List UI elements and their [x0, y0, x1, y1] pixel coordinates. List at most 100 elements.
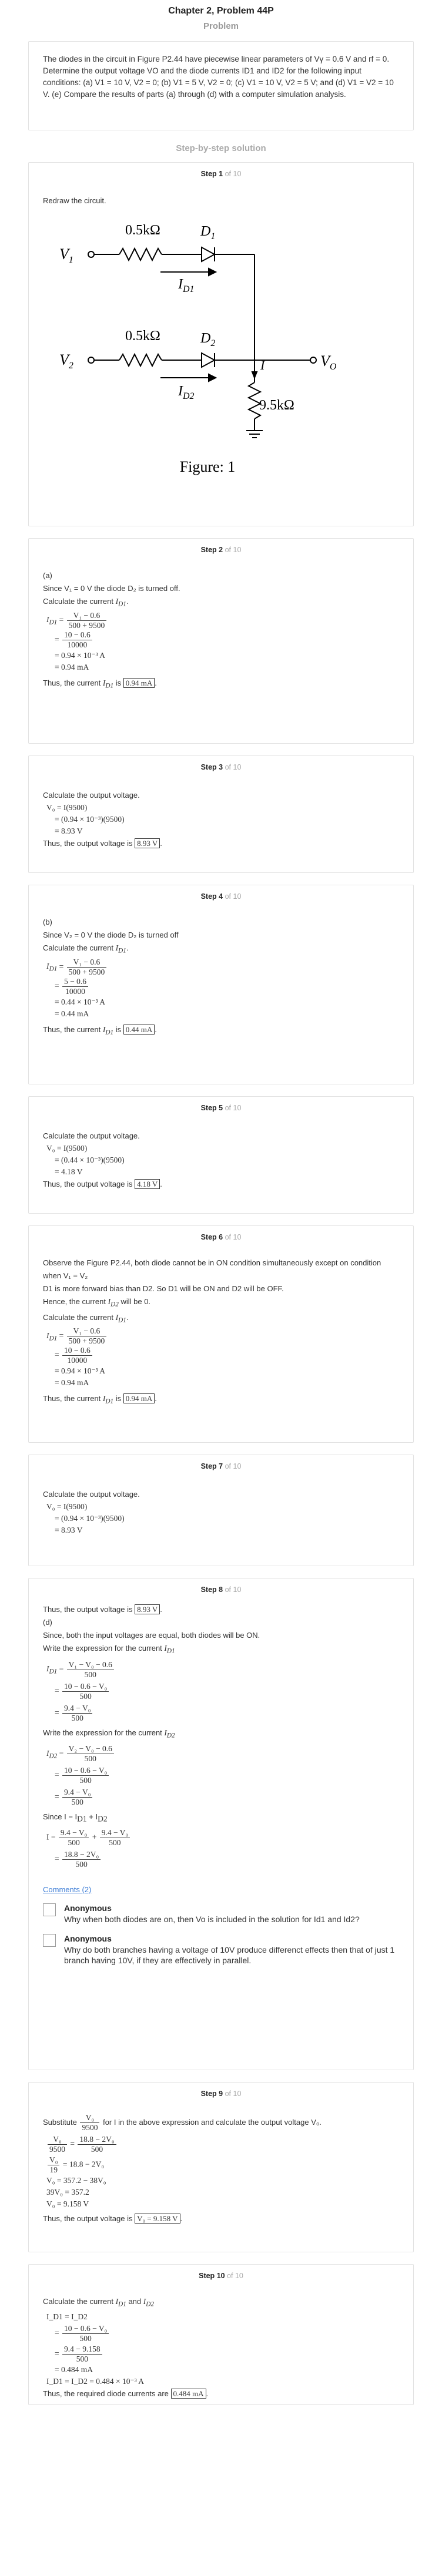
equation: ID2 = V₂ − V₀ − 0.6 500: [43, 1744, 399, 1764]
chapter-title: Chapter 2, Problem 44P: [168, 6, 274, 16]
step-8-header: Step 8 of 10: [43, 1583, 399, 1601]
answer-line: Thus, the current ID1 is 0.94 mA.: [43, 1393, 157, 1406]
circuit-diagram: V1 0.5kΩ D1 ID1 V2 0.5kΩ D2 ID2 I VO 9.5…: [59, 223, 337, 475]
step-9-card: Step 9 of 10 Substitute V₀ 9500 for I in …: [28, 2082, 414, 2252]
hence-text: Hence, the current ID2 will be 0.: [43, 1297, 151, 1308]
step-10-card: Step 10 of 10 Calculate the current ID1 …: [28, 2264, 414, 2405]
calc-current-line: Calculate the current ID1.: [43, 597, 129, 608]
step-4-card: Step 4 of 10 (b) Since V₂ = 0 V the diod…: [28, 885, 414, 1084]
equation: = 0.44 × 10⁻³ A: [55, 997, 106, 1006]
step-3-card: Step 3 of 10 Calculate the output voltag…: [28, 755, 414, 873]
comment: Anonymous Why when both diodes are on, t…: [43, 1902, 399, 1925]
equation: = (0.94 × 10⁻³)(9500): [55, 815, 125, 824]
step-2-header: Step 2 of 10: [43, 543, 399, 561]
answer-line: Thus, the output voltage is 4.18 V.: [43, 1179, 162, 1189]
answer-line: Thus, the output voltage is 8.93 V.: [43, 838, 162, 848]
equation: = 18.8 − 2V₀ 500: [43, 1850, 399, 1869]
vo-label: VO: [320, 352, 337, 372]
equation: I_D1 = I_D2 = 0.484 × 10⁻³ A: [46, 2376, 145, 2386]
answer-box: 8.93 V: [135, 838, 160, 848]
equation: V₀ 19 = 18.8 − 2V₀: [43, 2155, 399, 2175]
equation: = 10 − 0.6 − V₀ 500: [43, 2324, 399, 2343]
step-6-card: Step 6 of 10 Observe the Figure P2.44, b…: [28, 1225, 414, 1443]
part-label: (a): [43, 571, 52, 580]
answer-box: 0.484 mA: [170, 2388, 206, 2399]
step-label: Step: [200, 546, 217, 554]
avatar: [43, 1933, 56, 1947]
equation: = 9.4 − V₀ 500: [43, 1788, 399, 1807]
answer-box: 8.93 V: [135, 1604, 160, 1614]
step-of-total: of 10: [227, 2272, 243, 2280]
id1-label: ID1: [178, 277, 195, 294]
comment-author: Anonymous: [64, 1903, 112, 1913]
comment: Anonymous Why do both branches having a …: [43, 1933, 399, 1966]
step-of-total: of 10: [225, 546, 242, 554]
step-number: 6: [219, 1233, 223, 1241]
equation: = 0.484 mA: [55, 2365, 93, 2374]
answer-box: V₀ = 9.158 V: [135, 2214, 180, 2224]
part-label: (d): [43, 1618, 52, 1627]
part-label: (b): [43, 918, 52, 926]
problem-heading: Problem: [203, 21, 239, 31]
diode-bias-text: D1 is more forward bias than D2. So D1 w…: [43, 1284, 284, 1293]
step-label: Step: [200, 1462, 217, 1470]
equation: = 0.94 mA: [55, 1378, 89, 1388]
step-2-card: Step 2 of 10 (a) Since V₁ = 0 V the diod…: [28, 538, 414, 744]
equation: = (0.44 × 10⁻³)(9500): [55, 1156, 125, 1164]
step-number: 4: [219, 892, 223, 901]
step-8-card: Step 8 of 10 Thus, the output voltage is…: [28, 1578, 414, 2070]
step-label: Step: [200, 170, 217, 178]
step-of-total: of 10: [225, 1233, 242, 1241]
answer-line: Thus, the required diode currents are 0.…: [43, 2388, 209, 2399]
calc-current-line: Calculate the current ID1 and ID2: [43, 2297, 155, 2308]
step-6-header: Step 6 of 10: [43, 1231, 399, 1248]
answer-box: 4.18 V: [135, 1179, 160, 1189]
step-of-total: of 10: [225, 892, 242, 901]
equation: = 8.93 V: [55, 1526, 83, 1534]
write-expression-line: Write the expression for the current ID2: [43, 1728, 175, 1739]
answer-box: 0.94 mA: [123, 1393, 155, 1404]
comment-author: Anonymous: [64, 1933, 112, 1943]
equation: V₀ = 357.2 − 38V₀: [46, 2176, 106, 2185]
step-1-header: Step 1 of 10: [43, 167, 399, 185]
figure-caption: Figure: 1: [180, 458, 236, 475]
equation: = 10 − 0.6 − V₀ 500: [43, 1766, 399, 1785]
equation: ID1 = V₁ − 0.6 500 + 9500: [43, 1326, 399, 1346]
observation-text: Observe the Figure P2.44, both diode can…: [43, 1258, 381, 1280]
step-5-card: Step 5 of 10 Calculate the output voltag…: [28, 1096, 414, 1214]
write-expression-line: Write the expression for the current ID1: [43, 1644, 175, 1655]
equation: ID1 = V₁ − V₀ − 0.6 500: [43, 1660, 399, 1680]
r3-label: 9.5kΩ: [259, 398, 294, 413]
answer-line: Thus, the output voltage is 8.93 V.: [43, 1604, 162, 1614]
equation: I_D1 = I_D2: [46, 2312, 88, 2321]
d2-label: D2: [200, 331, 215, 348]
step-number: 1: [219, 170, 223, 178]
substitute-line: Substitute V₀ 9500 for I in the above exp…: [43, 2113, 322, 2132]
calc-output-line: Calculate the output voltage.: [43, 791, 140, 800]
calc-current-line: Calculate the current ID1.: [43, 1312, 129, 1324]
equation: = 4.18 V: [55, 1167, 83, 1176]
answer-line: Thus, the output voltage is V₀ = 9.158 V…: [43, 2214, 183, 2224]
equation: V₀ = I(9500): [46, 1144, 88, 1153]
r2-label: 0.5kΩ: [125, 328, 160, 344]
step-label: Step: [200, 763, 217, 771]
step-10-header: Step 10 of 10: [43, 2269, 399, 2287]
equation: V₀ = I(9500): [46, 803, 88, 812]
step-label: Step: [200, 1233, 217, 1241]
equation: = 8.93 V: [55, 827, 83, 835]
comments-link[interactable]: Comments (2): [43, 1883, 399, 1896]
answer-line: Thus, the current ID1 is 0.94 mA.: [43, 677, 157, 690]
equation: = 10 − 0.6 10000: [43, 630, 399, 650]
avatar: [43, 1903, 56, 1916]
calc-output-line: Calculate the output voltage.: [43, 1131, 140, 1140]
since-text: Since, both the input voltages are equal…: [43, 1631, 260, 1640]
comment-text: Why when both diodes are on, then Vo is …: [64, 1914, 360, 1924]
equation: = 9.4 − V₀ 500: [43, 1704, 399, 1723]
since-text: Since V₁ = 0 V the diode D₂ is turned of…: [43, 584, 180, 593]
step-7-card: Step 7 of 10 Calculate the output voltag…: [28, 1455, 414, 1566]
step-number: 7: [219, 1462, 223, 1470]
comment-text: Why do both branches having a voltage of…: [64, 1944, 395, 1965]
step-1-card: Step 1 of 10 Redraw the circuit. V1 0.5k…: [28, 162, 414, 526]
equation: = 9.4 − 9.158 500: [43, 2345, 399, 2364]
answer-box: 0.94 mA: [123, 677, 155, 688]
